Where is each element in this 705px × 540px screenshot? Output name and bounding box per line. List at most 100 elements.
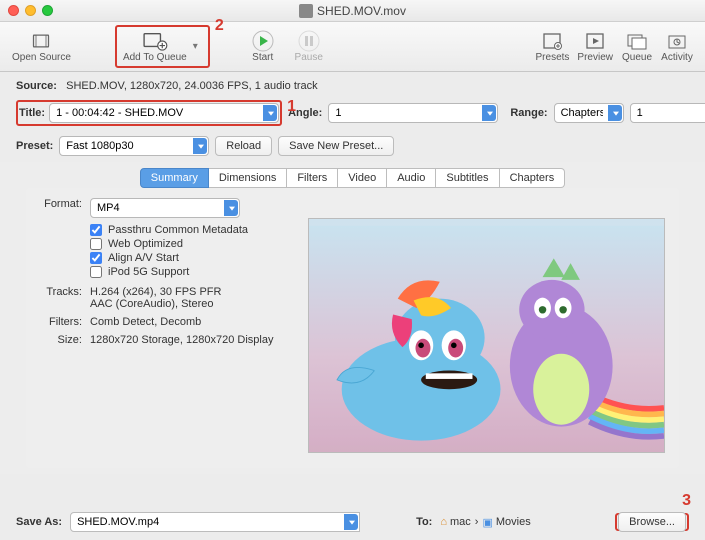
queue-label: Queue bbox=[622, 52, 652, 63]
tab-filters[interactable]: Filters bbox=[287, 168, 338, 188]
preview-button[interactable]: Preview bbox=[573, 28, 617, 65]
preview-icon bbox=[582, 30, 608, 52]
tab-dimensions[interactable]: Dimensions bbox=[209, 168, 287, 188]
annotation-2: 2 bbox=[215, 17, 224, 35]
chevron-down-icon[interactable]: ▾ bbox=[189, 41, 202, 52]
add-to-queue-button[interactable]: Add To Queue ▾ bbox=[119, 28, 206, 65]
title-row: 1 Title: Angle: Range: – Duration: 00:04… bbox=[0, 96, 705, 130]
browse-highlight: Browse... bbox=[615, 513, 689, 531]
preset-select[interactable] bbox=[59, 136, 209, 156]
range-type-select[interactable] bbox=[554, 103, 624, 123]
tab-summary[interactable]: Summary bbox=[140, 168, 209, 188]
filters-label: Filters: bbox=[40, 316, 90, 328]
preview-label: Preview bbox=[577, 52, 613, 63]
chk-passthru[interactable]: Passthru Common Metadata bbox=[90, 224, 290, 236]
presets-icon bbox=[539, 30, 565, 52]
open-source-label: Open Source bbox=[12, 52, 71, 63]
tracks-label: Tracks: bbox=[40, 286, 90, 310]
chk-ipod-box[interactable] bbox=[90, 266, 102, 278]
titlebar: SHED.MOV.mov bbox=[0, 0, 705, 22]
cartoon-preview-image bbox=[309, 219, 664, 452]
start-label: Start bbox=[252, 52, 273, 63]
document-icon bbox=[299, 4, 313, 18]
chk-align[interactable]: Align A/V Start bbox=[90, 252, 290, 264]
film-icon bbox=[28, 30, 54, 52]
title-highlight: 1 Title: bbox=[16, 100, 282, 126]
source-value: SHED.MOV, 1280x720, 24.0036 FPS, 1 audio… bbox=[66, 80, 318, 92]
preset-label: Preset: bbox=[16, 140, 53, 152]
presets-button[interactable]: Presets bbox=[532, 28, 574, 65]
tabs: Summary Dimensions Filters Video Audio S… bbox=[14, 168, 691, 188]
folder-icon: ▣ bbox=[482, 516, 492, 529]
range-from-select[interactable] bbox=[630, 103, 705, 123]
tab-video[interactable]: Video bbox=[338, 168, 387, 188]
format-label: Format: bbox=[40, 198, 90, 280]
add-to-queue-highlight: 2 Add To Queue ▾ bbox=[115, 25, 210, 68]
range-label: Range: bbox=[510, 107, 547, 119]
window-title: SHED.MOV.mov bbox=[0, 4, 705, 18]
title-select[interactable] bbox=[49, 103, 279, 123]
path-folder: Movies bbox=[496, 516, 531, 528]
window-controls bbox=[8, 5, 53, 16]
chk-ipod[interactable]: iPod 5G Support bbox=[90, 266, 290, 278]
preset-row: Preset: Reload Save New Preset... bbox=[0, 130, 705, 162]
chk-ipod-label: iPod 5G Support bbox=[108, 266, 189, 278]
annotation-1: 1 bbox=[287, 98, 296, 116]
tracks-audio: AAC (CoreAudio), Stereo bbox=[90, 298, 290, 310]
queue-icon bbox=[624, 30, 650, 52]
annotation-3: 3 bbox=[682, 492, 691, 510]
toolbar: Open Source 2 Add To Queue ▾ Start Pause bbox=[0, 22, 705, 72]
tracks-video: H.264 (x264), 30 FPS PFR bbox=[90, 286, 290, 298]
chk-web[interactable]: Web Optimized bbox=[90, 238, 290, 250]
chk-align-label: Align A/V Start bbox=[108, 252, 179, 264]
chk-passthru-label: Passthru Common Metadata bbox=[108, 224, 248, 236]
path-user: mac bbox=[450, 516, 471, 528]
chk-web-box[interactable] bbox=[90, 238, 102, 250]
tab-chapters[interactable]: Chapters bbox=[500, 168, 566, 188]
save-as-field[interactable] bbox=[70, 512, 360, 532]
save-new-preset-button[interactable]: Save New Preset... bbox=[278, 136, 394, 156]
presets-label: Presets bbox=[536, 52, 570, 63]
tab-audio[interactable]: Audio bbox=[387, 168, 436, 188]
filters-value: Comb Detect, Decomb bbox=[90, 316, 290, 328]
title-label: Title: bbox=[19, 107, 45, 119]
open-source-button[interactable]: Open Source bbox=[8, 28, 75, 65]
dest-path[interactable]: ⌂mac › ▣ Movies bbox=[440, 516, 530, 529]
summary-left: Format: Passthru Common Metadata Web Opt… bbox=[40, 198, 290, 458]
tab-subtitles[interactable]: Subtitles bbox=[436, 168, 499, 188]
bottom-bar: Save As: To: ⌂mac › ▣Movies 3 Browse... bbox=[0, 512, 705, 532]
queue-button[interactable]: Queue bbox=[617, 28, 657, 65]
activity-label: Activity bbox=[661, 52, 693, 63]
format-select[interactable] bbox=[90, 198, 240, 218]
activity-button[interactable]: Activity bbox=[657, 28, 697, 65]
summary-panel: Format: Passthru Common Metadata Web Opt… bbox=[26, 188, 679, 468]
pause-label: Pause bbox=[295, 52, 323, 63]
play-icon bbox=[250, 30, 276, 52]
chk-align-box[interactable] bbox=[90, 252, 102, 264]
save-as-label: Save As: bbox=[16, 516, 62, 528]
to-label: To: bbox=[416, 516, 432, 528]
start-button[interactable]: Start bbox=[240, 28, 286, 65]
chk-web-label: Web Optimized bbox=[108, 238, 183, 250]
angle-select[interactable] bbox=[328, 103, 498, 123]
activity-icon bbox=[664, 30, 690, 52]
source-line: Source: SHED.MOV, 1280x720, 24.0036 FPS,… bbox=[0, 72, 705, 96]
size-value: 1280x720 Storage, 1280x720 Display bbox=[90, 334, 290, 346]
add-to-queue-label: Add To Queue bbox=[123, 52, 187, 63]
home-icon: ⌂ bbox=[440, 516, 447, 528]
window-title-text: SHED.MOV.mov bbox=[317, 4, 406, 18]
path-separator: › bbox=[475, 516, 479, 528]
size-label: Size: bbox=[40, 334, 90, 346]
source-label: Source: bbox=[16, 80, 57, 92]
pause-button: Pause bbox=[286, 28, 332, 65]
tab-panel: Summary Dimensions Filters Video Audio S… bbox=[0, 162, 705, 474]
browse-button[interactable]: Browse... bbox=[618, 512, 686, 532]
close-window-button[interactable] bbox=[8, 5, 19, 16]
queue-add-icon bbox=[142, 30, 168, 52]
reload-button[interactable]: Reload bbox=[215, 136, 272, 156]
video-preview bbox=[308, 218, 665, 453]
pause-icon bbox=[296, 30, 322, 52]
chk-passthru-box[interactable] bbox=[90, 224, 102, 236]
minimize-window-button[interactable] bbox=[25, 5, 36, 16]
zoom-window-button[interactable] bbox=[42, 5, 53, 16]
